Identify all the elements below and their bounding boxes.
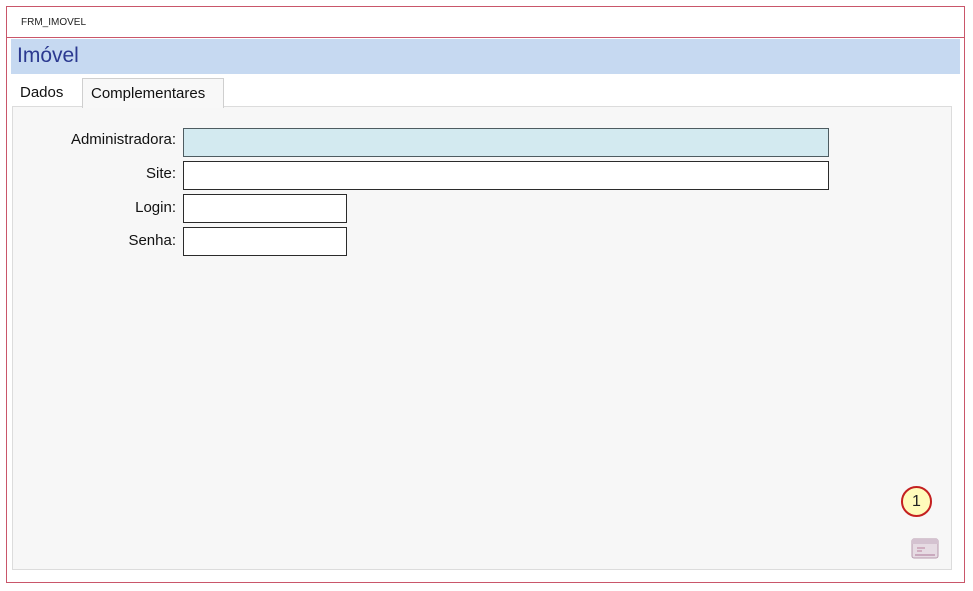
login-label: Login: [135, 199, 176, 216]
tab-complementares[interactable]: Complementares [82, 78, 224, 108]
callout-badge: 1 [901, 486, 932, 517]
tab-dados[interactable]: Dados [12, 78, 82, 107]
administradora-label: Administradora: [70, 131, 176, 148]
report-icon[interactable] [911, 537, 939, 559]
login-field[interactable] [183, 194, 347, 223]
senha-field[interactable] [183, 227, 347, 256]
callout-number: 1 [912, 493, 921, 510]
senha-label: Senha: [128, 232, 176, 249]
form-header: Imóvel [11, 39, 960, 74]
form-heading: Imóvel [17, 44, 79, 67]
site-field[interactable] [183, 161, 829, 190]
window-title: FRM_IMOVEL [21, 17, 87, 28]
tab-complementares-label: Complementares [91, 85, 206, 102]
administradora-field[interactable] [183, 128, 829, 157]
title-bar: FRM_IMOVEL [7, 7, 964, 38]
site-label: Site: [145, 165, 176, 182]
tab-dados-label: Dados [20, 84, 64, 101]
